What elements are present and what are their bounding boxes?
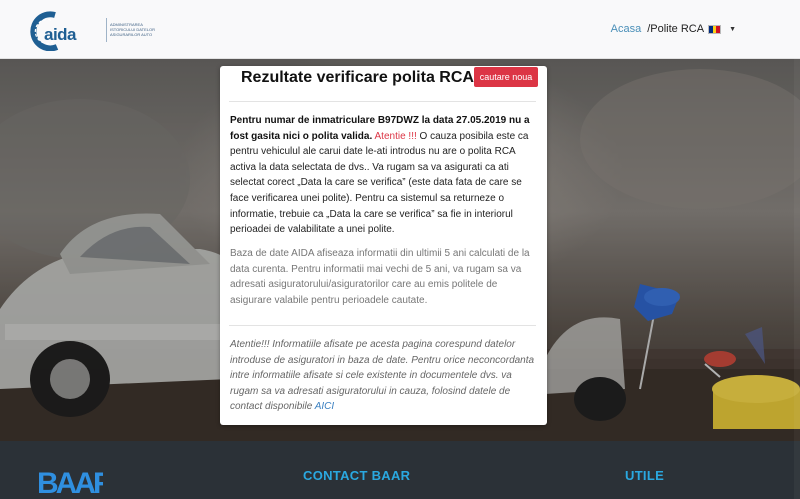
baar-logo-text: BAAR — [37, 467, 103, 499]
nav-current-page: /Polite RCA — [647, 23, 705, 35]
nav-home-link[interactable]: Acasa — [611, 23, 642, 35]
page-scrollbar[interactable] — [794, 59, 800, 499]
result-explanation: O cauza posibila este ca pentru vehiculu… — [230, 130, 529, 236]
disclaimer-text: Atentie!!! Informatiile afisate pe acest… — [230, 337, 538, 415]
result-title: Rezultate verificare polita RCA — [241, 69, 474, 86]
breadcrumb-nav: Acasa /Polite RCA ▼ — [611, 23, 736, 35]
footer-contact-heading: CONTACT BAAR — [303, 468, 411, 483]
logo-divider — [106, 18, 107, 42]
title-divider — [229, 101, 536, 102]
disclaimer-divider — [229, 325, 536, 326]
contact-here-link[interactable]: AICI — [315, 401, 334, 412]
result-message: Pentru numar de inmatriculare B97DWZ la … — [230, 113, 538, 238]
logo-wordmark: aida — [44, 25, 77, 44]
result-card: Rezultate verificare polita RCA cautare … — [220, 66, 547, 425]
flag-stripe-red — [716, 25, 721, 33]
logo-tagline: Administrarea istoricului datelor asigur… — [110, 22, 155, 37]
attention-label: Atentie !!! — [374, 130, 417, 142]
new-search-button[interactable]: cautare noua — [474, 67, 538, 87]
top-navbar: aida Administrarea istoricului datelor a… — [0, 0, 800, 59]
disclaimer-body: Atentie!!! Informatiile afisate pe acest… — [230, 339, 535, 413]
romania-flag-icon[interactable] — [708, 24, 722, 34]
footer-useful-heading: UTILE — [625, 468, 665, 483]
database-info: Baza de date AIDA afiseaza informatii di… — [230, 248, 530, 306]
baar-logo[interactable]: BAAR — [37, 463, 103, 499]
footer: BAAR CONTACT BAAR UTILE — [0, 441, 800, 499]
language-dropdown-caret-icon[interactable]: ▼ — [729, 26, 736, 33]
